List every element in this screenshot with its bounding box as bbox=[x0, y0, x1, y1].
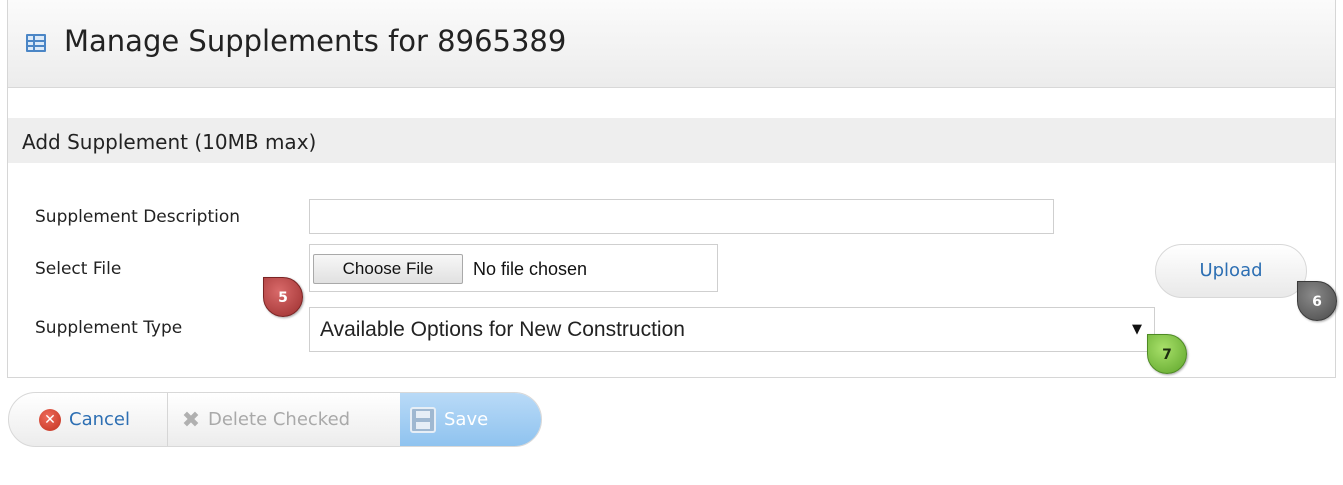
action-toolbar: ✕ Cancel ✖ Delete Checked Save bbox=[8, 392, 542, 447]
supplement-description-label: Supplement Description bbox=[35, 207, 241, 227]
choose-file-button[interactable]: Choose File bbox=[313, 254, 463, 284]
callout-badge-5: 5 bbox=[263, 277, 303, 317]
cancel-label: Cancel bbox=[69, 409, 130, 430]
save-label: Save bbox=[444, 409, 489, 430]
delete-icon: ✖ bbox=[181, 407, 201, 433]
table-icon bbox=[26, 34, 46, 52]
supplement-type-select[interactable]: Available Options for New Construction ▼ bbox=[309, 307, 1155, 352]
supplement-type-label: Supplement Type bbox=[35, 318, 183, 338]
upload-button[interactable]: Upload bbox=[1155, 244, 1307, 298]
cancel-icon: ✕ bbox=[39, 409, 61, 431]
manage-supplements-panel: Manage Supplements for 8965389 Add Suppl… bbox=[7, 0, 1336, 378]
save-icon bbox=[410, 407, 436, 433]
page-title: Manage Supplements for 8965389 bbox=[64, 24, 567, 58]
select-file-label: Select File bbox=[35, 259, 122, 279]
callout-badge-7: 7 bbox=[1147, 334, 1187, 374]
delete-label: Delete Checked bbox=[208, 409, 351, 430]
cancel-button[interactable]: ✕ Cancel bbox=[39, 393, 130, 446]
save-button[interactable]: Save bbox=[400, 393, 541, 446]
panel-header: Manage Supplements for 8965389 bbox=[8, 0, 1335, 88]
dropdown-arrow-icon: ▼ bbox=[1132, 322, 1142, 337]
file-picker: Choose File No file chosen bbox=[309, 244, 718, 292]
delete-checked-button[interactable]: ✖ Delete Checked bbox=[167, 393, 350, 446]
callout-badge-6: 6 bbox=[1297, 281, 1337, 321]
supplement-type-value: Available Options for New Construction bbox=[320, 318, 685, 341]
supplement-description-input[interactable] bbox=[309, 199, 1054, 234]
file-status: No file chosen bbox=[473, 259, 588, 279]
section-title: Add Supplement (10MB max) bbox=[22, 130, 317, 154]
